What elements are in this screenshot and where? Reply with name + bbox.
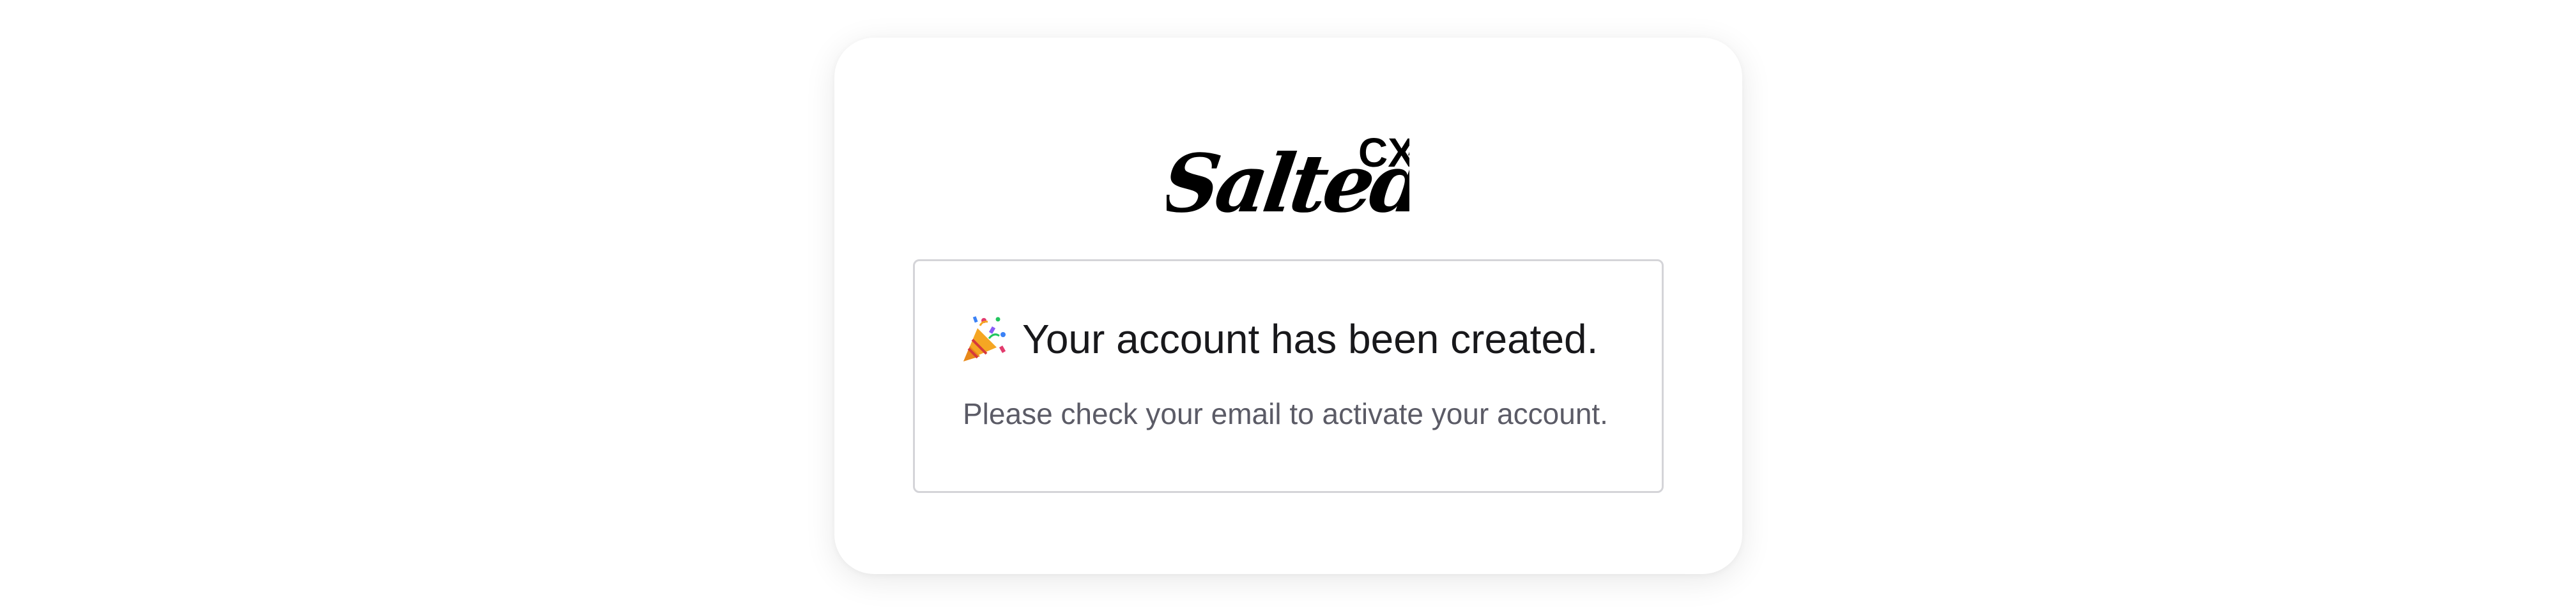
salted-cx-logo: Salted CX xyxy=(1156,109,1432,237)
party-popper-icon xyxy=(961,314,1011,364)
notice-message: Please check your email to activate your… xyxy=(963,397,1608,430)
confirmation-card: Salted CX Your account has been created.… xyxy=(834,38,1742,574)
svg-text:CX: CX xyxy=(1358,130,1409,176)
success-notice: Your account has been created. Please ch… xyxy=(913,259,1664,493)
notice-title: Your account has been created. xyxy=(1022,316,1598,362)
notice-title-row: Your account has been created. xyxy=(961,314,1598,364)
